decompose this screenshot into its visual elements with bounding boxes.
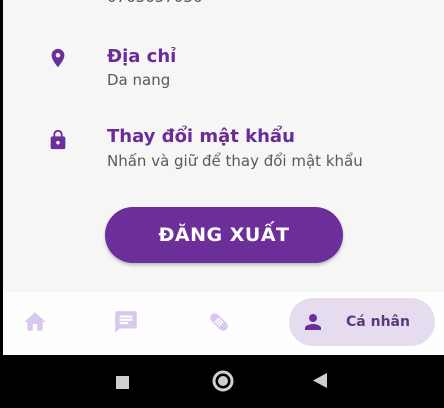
- lock-icon: [47, 128, 69, 152]
- nav-home[interactable]: [15, 292, 55, 355]
- nav-profile-label: Cá nhân: [346, 314, 410, 330]
- change-password-row[interactable]: Thay đổi mật khẩu Nhấn và giữ để thay đổ…: [3, 122, 444, 182]
- location-pin-icon: [47, 46, 69, 70]
- change-password-label: Thay đổi mật khẩu: [107, 126, 295, 147]
- bottom-navigation: Cá nhân: [3, 292, 444, 355]
- system-navigation-bar: [0, 355, 444, 408]
- logout-button[interactable]: ĐĂNG XUẤT: [105, 207, 343, 263]
- person-icon: [301, 310, 325, 338]
- address-value: Da nang: [107, 71, 171, 89]
- profile-screen: 0763657036 Địa chỉ Da nang Thay đổi mật …: [3, 0, 444, 355]
- nav-health[interactable]: [199, 292, 239, 355]
- chat-icon: [113, 309, 139, 339]
- back-icon[interactable]: [313, 373, 327, 392]
- bandage-icon: [205, 308, 233, 340]
- home-icon: [22, 309, 48, 339]
- home-button-icon[interactable]: [212, 370, 234, 396]
- nav-profile[interactable]: Cá nhân: [289, 298, 435, 346]
- phone-value: 0763657036: [107, 0, 202, 6]
- nav-messages[interactable]: [106, 292, 146, 355]
- address-label: Địa chỉ: [107, 46, 177, 67]
- recent-apps-icon[interactable]: [116, 374, 129, 393]
- address-row: Địa chỉ Da nang: [3, 42, 444, 102]
- change-password-hint: Nhấn và giữ để thay đổi mật khẩu: [107, 152, 363, 170]
